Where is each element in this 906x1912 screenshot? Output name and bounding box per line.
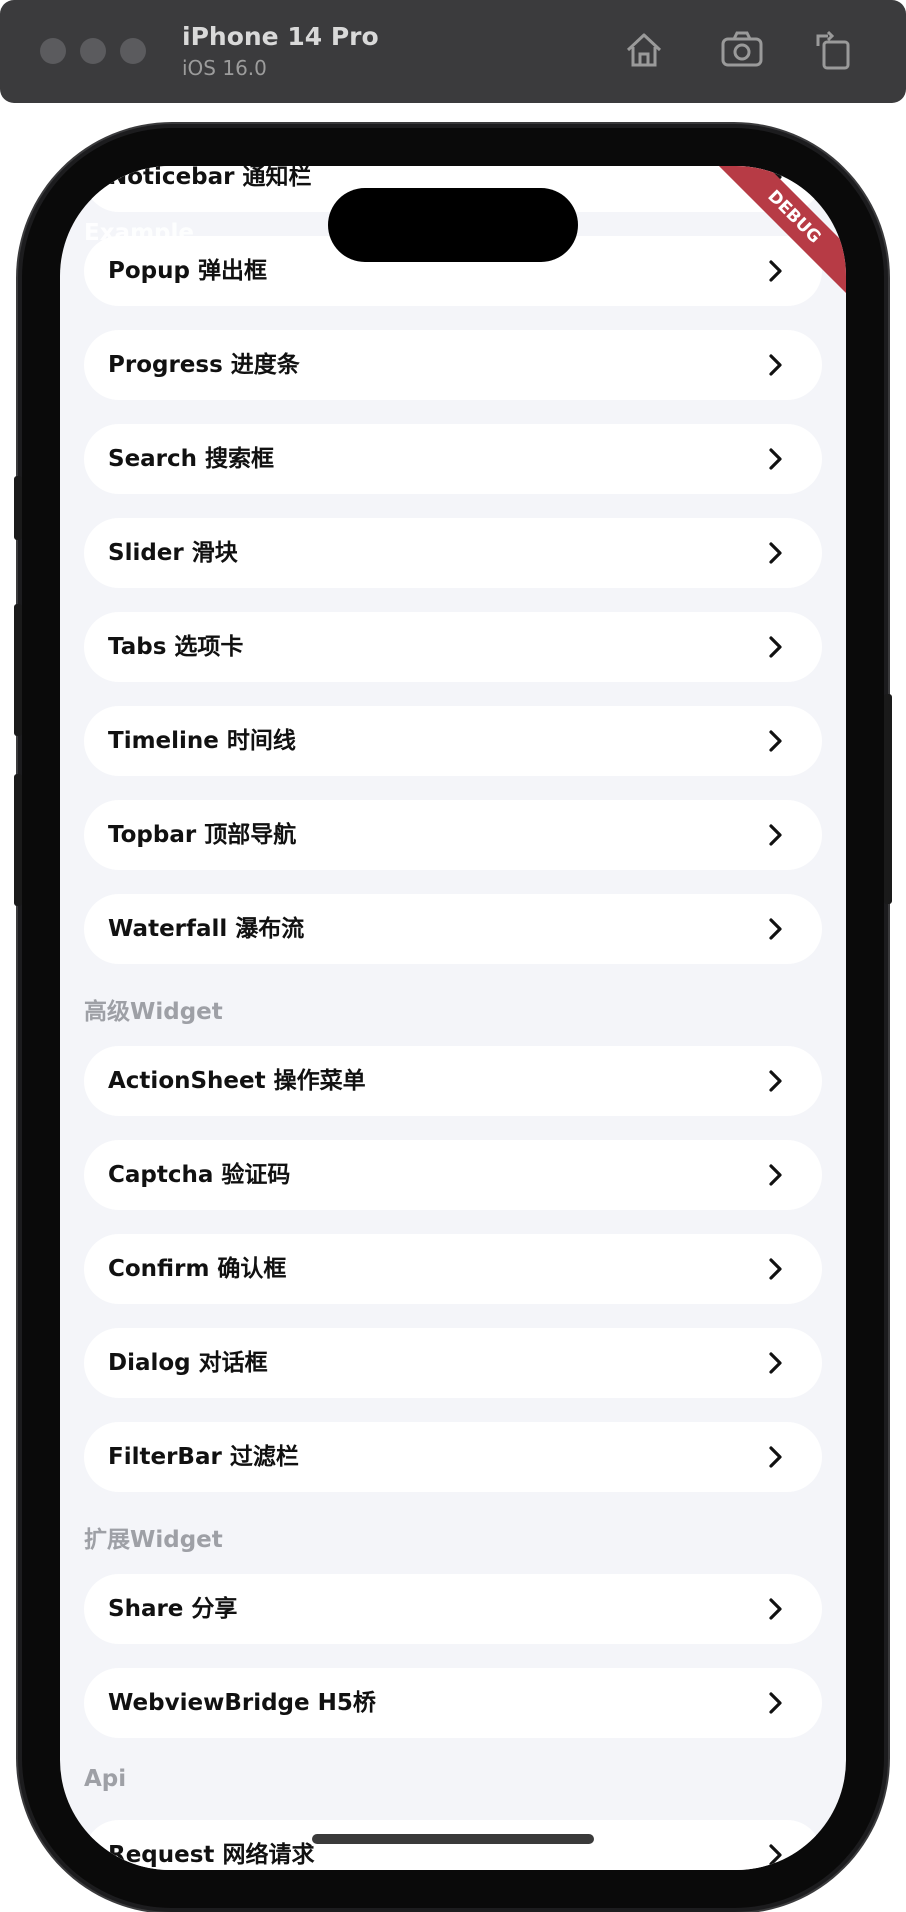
chevron-right-icon — [768, 1069, 784, 1093]
list-item-waterfall[interactable]: Waterfall 瀑布流 — [84, 894, 822, 964]
list-item-label: Slider 滑块 — [108, 540, 238, 566]
list-item-captcha[interactable]: Captcha 验证码 — [84, 1140, 822, 1210]
chevron-right-icon — [768, 259, 784, 283]
list-item-filterbar[interactable]: FilterBar 过滤栏 — [84, 1422, 822, 1492]
list-item-progress[interactable]: Progress 进度条 — [84, 330, 822, 400]
list-item-topbar[interactable]: Topbar 顶部导航 — [84, 800, 822, 870]
home-icon[interactable] — [622, 28, 666, 72]
section-title-api: Api — [84, 1766, 127, 1792]
list-item-actionsheet[interactable]: ActionSheet 操作菜单 — [84, 1046, 822, 1116]
chevron-right-icon — [768, 353, 784, 377]
app-screen: Noticebar 通知栏 Popup 弹出框 Progress 进度条 Search… — [60, 166, 846, 1870]
list-item-tabs[interactable]: Tabs 选项卡 — [84, 612, 822, 682]
chevron-right-icon — [768, 635, 784, 659]
list-item-label: Topbar 顶部导航 — [108, 822, 297, 848]
list-item-timeline[interactable]: Timeline 时间线 — [84, 706, 822, 776]
list-item-slider[interactable]: Slider 滑块 — [84, 518, 822, 588]
section-title-advanced: 高级Widget — [84, 999, 223, 1025]
list-item-dialog[interactable]: Dialog 对话框 — [84, 1328, 822, 1398]
list-item-label: ActionSheet 操作菜单 — [108, 1068, 366, 1094]
minimize-window-button[interactable] — [80, 38, 106, 64]
list-item-label: WebviewBridge H5桥 — [108, 1690, 376, 1716]
list-item-label: Request 网络请求 — [108, 1842, 315, 1868]
list-item-label: Tabs 选项卡 — [108, 634, 244, 660]
dynamic-island — [328, 188, 578, 262]
simulator-device-name: iPhone 14 Pro — [182, 22, 379, 51]
chevron-right-icon — [768, 823, 784, 847]
home-indicator[interactable] — [312, 1834, 594, 1844]
rotate-icon[interactable] — [812, 28, 856, 72]
chevron-right-icon — [768, 1163, 784, 1187]
app-bar-title: Example — [84, 220, 194, 246]
chevron-right-icon — [768, 1445, 784, 1469]
list-item-search[interactable]: Search 搜索框 — [84, 424, 822, 494]
zoom-window-button[interactable] — [120, 38, 146, 64]
action-button — [14, 476, 22, 540]
chevron-right-icon — [768, 447, 784, 471]
list-item-share[interactable]: Share 分享 — [84, 1574, 822, 1644]
chevron-right-icon — [768, 1257, 784, 1281]
list-item-confirm[interactable]: Confirm 确认框 — [84, 1234, 822, 1304]
close-window-button[interactable] — [40, 38, 66, 64]
list-item-label: Noticebar 通知栏 — [108, 166, 312, 190]
list-item-label: FilterBar 过滤栏 — [108, 1444, 299, 1470]
list-item-label: Progress 进度条 — [108, 352, 300, 378]
simulator-title-bar: iPhone 14 Pro iOS 16.0 — [0, 0, 906, 103]
list-item-label: Dialog 对话框 — [108, 1350, 268, 1376]
list-item-label: Captcha 验证码 — [108, 1162, 291, 1188]
list-item-label: Confirm 确认框 — [108, 1256, 287, 1282]
power-button — [884, 694, 892, 904]
chevron-right-icon — [768, 917, 784, 941]
camera-icon[interactable] — [720, 28, 764, 72]
list-item-webviewbridge[interactable]: WebviewBridge H5桥 — [84, 1668, 822, 1738]
list-item-label: Waterfall 瀑布流 — [108, 916, 305, 942]
volume-up-button — [14, 604, 22, 736]
chevron-right-icon — [768, 1691, 784, 1715]
list-item-request[interactable]: Request 网络请求 — [84, 1820, 822, 1870]
chevron-right-icon — [768, 1597, 784, 1621]
chevron-right-icon — [768, 1843, 784, 1867]
volume-down-button — [14, 774, 22, 906]
chevron-right-icon — [768, 1351, 784, 1375]
list-item-label: Search 搜索框 — [108, 446, 275, 472]
list-item-label: Timeline 时间线 — [108, 728, 296, 754]
list-item-label: Popup 弹出框 — [108, 258, 267, 284]
section-title-extension: 扩展Widget — [84, 1527, 223, 1553]
chevron-right-icon — [768, 541, 784, 565]
simulator-os-version: iOS 16.0 — [182, 56, 267, 80]
chevron-right-icon — [768, 729, 784, 753]
list-item-label: Share 分享 — [108, 1596, 238, 1622]
